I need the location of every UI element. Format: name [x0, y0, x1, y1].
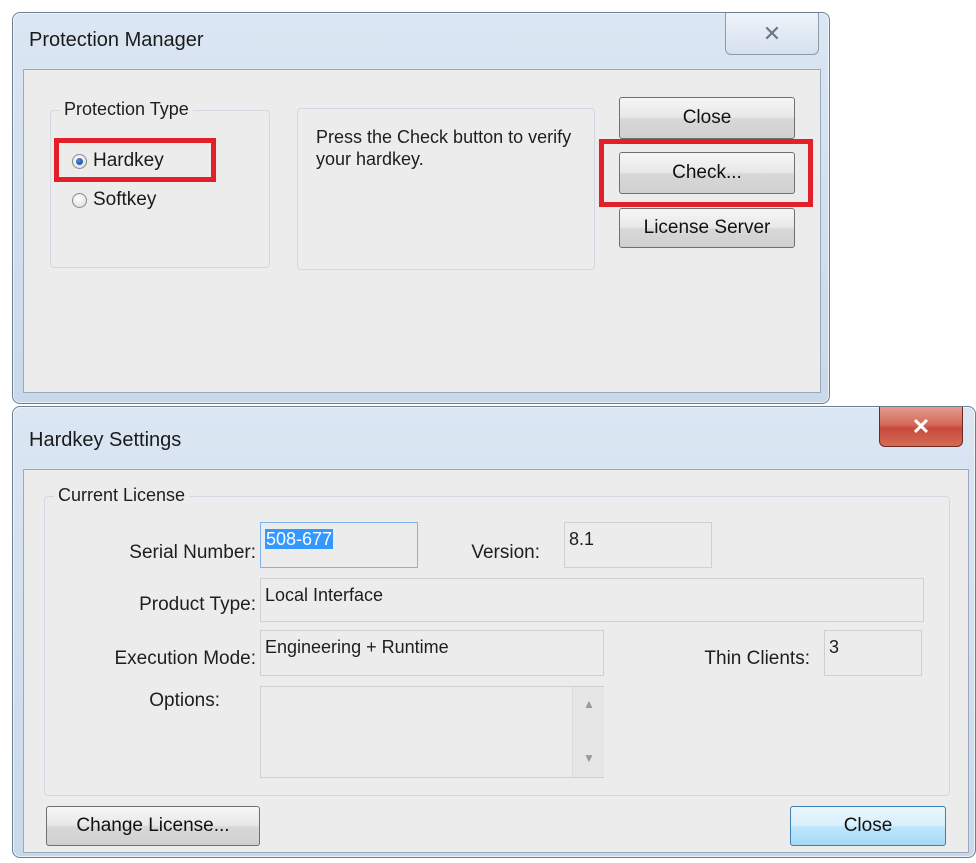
- radio-softkey[interactable]: Softkey: [72, 189, 156, 211]
- license-server-button[interactable]: License Server: [619, 208, 795, 248]
- hardkey-settings-close-icon[interactable]: ✕: [879, 407, 963, 447]
- execution-mode-value: Engineering + Runtime: [265, 637, 449, 657]
- options-label: Options:: [149, 690, 220, 711]
- hardkey-highlight-box: [54, 138, 216, 182]
- settings-close-button[interactable]: Close: [790, 806, 946, 846]
- version-value: 8.1: [569, 529, 595, 549]
- radio-softkey-label: Softkey: [93, 189, 157, 210]
- version-label: Version:: [471, 542, 540, 563]
- product-type-value: Local Interface: [265, 585, 384, 605]
- serial-number-value: 508-677: [265, 529, 334, 549]
- hardkey-settings-client: Current License Serial Number: 508-677 V…: [23, 469, 969, 853]
- protection-manager-client: Protection Type Hardkey Softkey Press th…: [23, 69, 821, 393]
- current-license-label: Current License: [54, 485, 190, 506]
- change-license-button[interactable]: Change License...: [46, 806, 260, 846]
- hardkey-settings-title: Hardkey Settings: [29, 429, 182, 451]
- protection-manager-title: Protection Manager: [29, 29, 204, 51]
- serial-number-field[interactable]: 508-677: [260, 522, 418, 568]
- radio-softkey-indicator[interactable]: [72, 192, 87, 208]
- serial-number-label: Serial Number:: [129, 542, 256, 563]
- close-button[interactable]: Close: [619, 97, 795, 139]
- scroll-down-icon[interactable]: ▼: [583, 751, 595, 765]
- hardkey-settings-window: Hardkey Settings ✕ Current License Seria…: [12, 406, 976, 858]
- execution-mode-label: Execution Mode:: [114, 648, 256, 669]
- protection-manager-close-icon[interactable]: ✕: [725, 13, 819, 55]
- close-glyph: ✕: [762, 20, 782, 46]
- protection-manager-window: Protection Manager ✕ Protection Type Har…: [12, 12, 830, 404]
- thin-clients-label: Thin Clients:: [704, 648, 810, 669]
- thin-clients-field: 3: [824, 630, 922, 676]
- protection-type-label: Protection Type: [60, 99, 193, 120]
- thin-clients-value: 3: [829, 637, 840, 657]
- scroll-up-icon[interactable]: ▲: [583, 697, 595, 711]
- product-type-field: Local Interface: [260, 578, 924, 622]
- options-field[interactable]: [260, 686, 604, 778]
- close-glyph-white: ✕: [911, 413, 931, 439]
- options-scrollbar[interactable]: ▲ ▼: [572, 687, 604, 777]
- check-instructions: Press the Check button to verify your ha…: [316, 127, 572, 169]
- check-highlight-box: [599, 139, 813, 207]
- version-field: 8.1: [564, 522, 712, 568]
- product-type-label: Product Type:: [139, 594, 256, 615]
- execution-mode-field: Engineering + Runtime: [260, 630, 604, 676]
